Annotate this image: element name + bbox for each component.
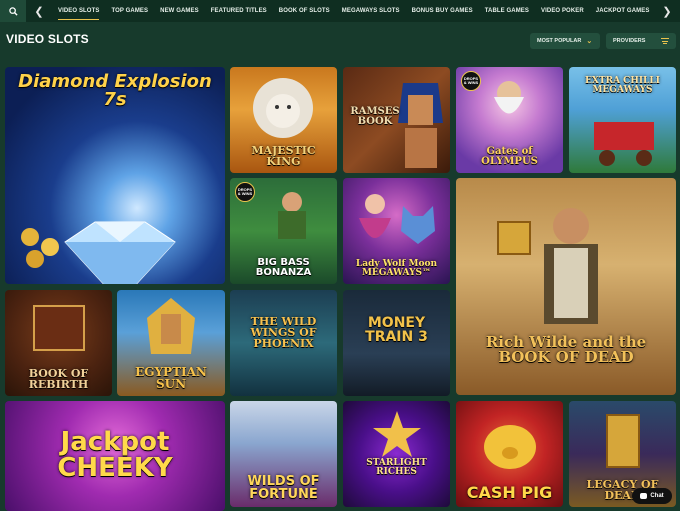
- chevron-left-icon: ❮: [34, 5, 44, 18]
- game-tile-cash-pig[interactable]: CASH PIG: [456, 401, 563, 507]
- game-tile-big-bass-bonanza[interactable]: DROPS & WINS BIG BASS BONANZA: [230, 178, 337, 284]
- star-icon: [373, 411, 421, 457]
- game-title: Diamond Explosion 7s: [18, 71, 212, 110]
- game-tile-book-of-rebirth[interactable]: BOOK OF REBIRTH: [5, 290, 112, 396]
- nav-prev-button[interactable]: ❮: [26, 0, 52, 22]
- game-title: BIG BASS BONANZA: [255, 257, 312, 278]
- game-title: WILDS OF FORTUNE: [247, 474, 320, 502]
- game-tile-starlight-riches[interactable]: STARLIGHT RICHES: [343, 401, 450, 507]
- game-title: RAMSES BOOK: [350, 106, 400, 127]
- tab-featured-titles[interactable]: FEATURED TITLES: [205, 0, 273, 22]
- fisherman-icon: [278, 192, 306, 239]
- tab-top-games[interactable]: TOP GAMES: [105, 0, 154, 22]
- food-cart-icon: [594, 122, 654, 166]
- game-title: CASH PIG: [466, 483, 553, 502]
- golden-book-icon: [497, 221, 531, 255]
- search-button[interactable]: [0, 0, 26, 22]
- tab-book-of-slots[interactable]: BOOK OF SLOTS: [273, 0, 336, 22]
- providers-button[interactable]: PROVIDERS: [606, 33, 676, 49]
- game-title: EGYPTIAN SUN: [135, 365, 207, 391]
- game-title: Jackpot CHEEKY: [57, 427, 173, 483]
- zeus-icon: [494, 81, 524, 114]
- wolf-icon: [401, 206, 435, 244]
- game-tile-money-train-3[interactable]: MONEY TRAIN 3: [343, 290, 450, 396]
- game-tile-gates-of-olympus[interactable]: DROPS & WINS Gates of OLYMPUS: [456, 67, 563, 173]
- tab-video-slots[interactable]: VIDEO SLOTS: [52, 0, 105, 22]
- game-title: THE WILD WINGS OF PHOENIX: [250, 315, 317, 350]
- nav-next-button[interactable]: ❯: [654, 0, 680, 22]
- gold-coins-icon: [21, 228, 59, 268]
- game-tile-book-of-dead[interactable]: Rich Wilde and the BOOK OF DEAD: [456, 178, 676, 395]
- game-tile-egyptian-sun[interactable]: EGYPTIAN SUN: [117, 290, 225, 396]
- drops-wins-badge: DROPS & WINS: [461, 71, 481, 91]
- game-tile-extra-chilli[interactable]: EXTRA CHILLI MEGAWAYS: [569, 67, 676, 173]
- game-title: EXTRA CHILLI MEGAWAYS: [585, 76, 660, 95]
- game-tile-majestic-king[interactable]: MAJESTIC KING: [230, 67, 337, 173]
- sort-label: MOST POPULAR: [537, 38, 582, 44]
- providers-label: PROVIDERS: [613, 38, 646, 44]
- tab-video-poker[interactable]: VIDEO POKER: [535, 0, 590, 22]
- chevron-down-icon: ⌄: [586, 38, 593, 45]
- category-tabs: VIDEO SLOTS TOP GAMES NEW GAMES FEATURED…: [52, 0, 654, 22]
- chat-bubble-icon: [640, 493, 648, 499]
- pharaoh-mask-icon: [147, 298, 195, 354]
- search-icon: [8, 6, 18, 16]
- game-tile-ramses-book[interactable]: RAMSES BOOK: [343, 67, 450, 173]
- tab-megaways-slots[interactable]: MEGAWAYS SLOTS: [336, 0, 406, 22]
- lion-icon: [253, 78, 313, 138]
- game-title: STARLIGHT RICHES: [366, 458, 427, 477]
- game-tile-wild-wings-of-phoenix[interactable]: THE WILD WINGS OF PHOENIX: [230, 290, 337, 396]
- top-nav: ❮ VIDEO SLOTS TOP GAMES NEW GAMES FEATUR…: [0, 0, 680, 22]
- game-tile-lady-wolf-moon[interactable]: Lady Wolf Moon MEGAWAYS™: [343, 178, 450, 284]
- game-title: MONEY TRAIN 3: [365, 315, 428, 345]
- filter-icon: [661, 38, 669, 44]
- game-title: Lady Wolf Moon MEGAWAYS™: [355, 259, 438, 278]
- drops-wins-badge: DROPS & WINS: [235, 182, 255, 202]
- chat-label: Chat: [650, 493, 664, 499]
- book-icon: [33, 305, 85, 351]
- sort-dropdown[interactable]: MOST POPULAR ⌄: [530, 33, 600, 49]
- game-title: MAJESTIC KING: [251, 144, 316, 168]
- page-title: VIDEO SLOTS: [6, 32, 89, 46]
- golden-pig-icon: [484, 425, 536, 469]
- tab-new-games[interactable]: NEW GAMES: [154, 0, 205, 22]
- game-tile-jackpot-cheeky[interactable]: Jackpot CHEEKY: [5, 401, 225, 511]
- chat-button[interactable]: Chat: [632, 488, 672, 504]
- tab-jackpot-games[interactable]: JACKPOT GAMES: [590, 0, 654, 22]
- game-tile-diamond-explosion[interactable]: Diamond Explosion 7s: [5, 67, 225, 284]
- game-title: BOOK OF REBIRTH: [28, 367, 89, 391]
- lady-icon: [359, 194, 391, 238]
- chevron-right-icon: ❯: [662, 5, 672, 18]
- tab-table-games[interactable]: TABLE GAMES: [479, 0, 535, 22]
- tab-bonus-buy-games[interactable]: BONUS BUY GAMES: [406, 0, 479, 22]
- golden-sarcophagus-icon: [606, 414, 640, 468]
- game-tile-wilds-of-fortune[interactable]: WILDS OF FORTUNE: [230, 401, 337, 507]
- game-title: Gates of OLYMPUS: [481, 146, 538, 167]
- rich-wilde-icon: [544, 208, 598, 324]
